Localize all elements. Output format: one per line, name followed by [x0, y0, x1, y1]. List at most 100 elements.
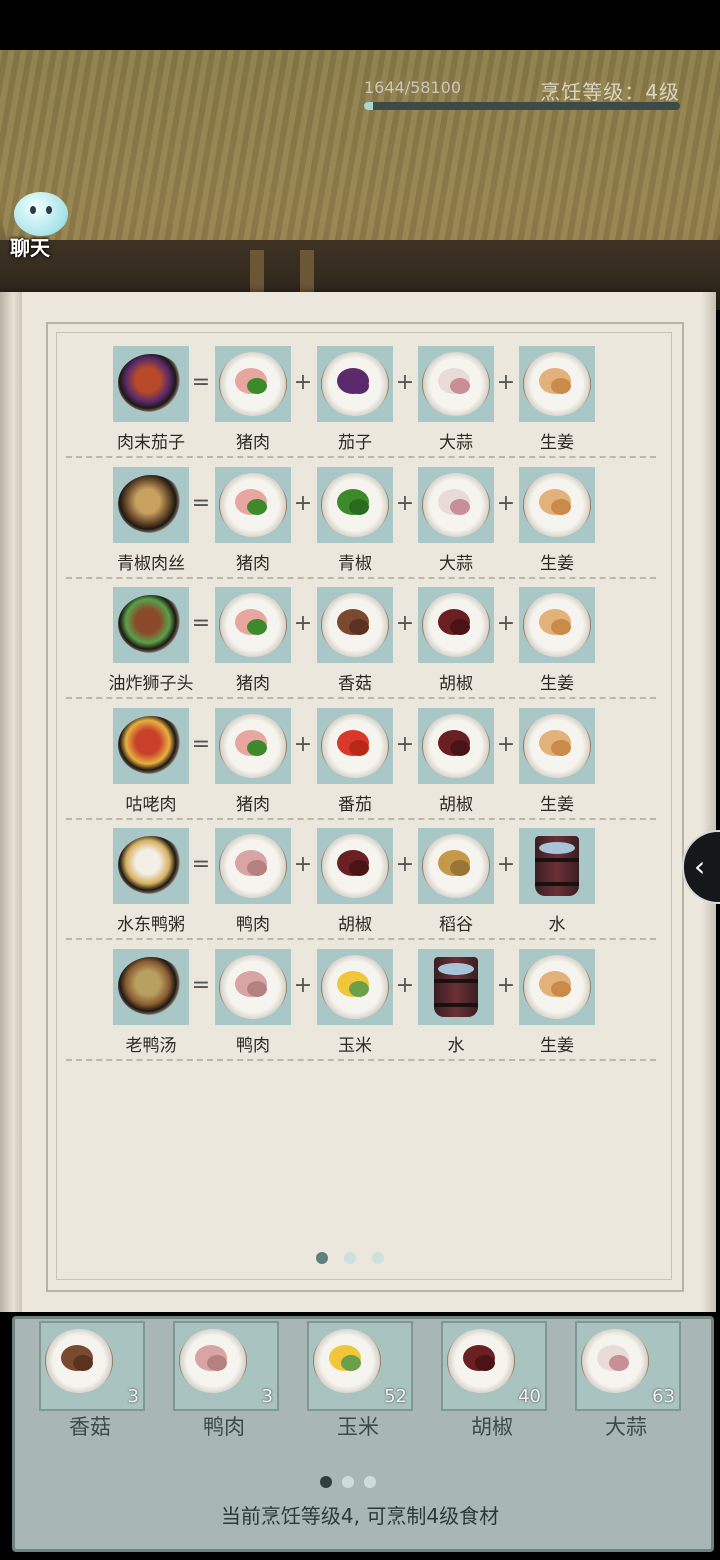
ingredient-plate-icon [422, 352, 490, 416]
recipe-ingredient-icon[interactable] [317, 948, 393, 1025]
ingredient-plate-icon [523, 593, 591, 657]
recipe-ingredient-name: 生姜 [540, 794, 574, 815]
xp-progress-fill [364, 102, 373, 110]
page-dot[interactable] [316, 1252, 328, 1264]
ingredient-plate-icon [321, 593, 389, 657]
recipe-ingredient-icon[interactable] [418, 587, 494, 663]
xp-progress-text: 1644/58100 [364, 78, 462, 97]
recipe-dish-name: 油炸狮子头 [108, 674, 194, 694]
cooking-level-label: 烹饪等级：4级 [540, 80, 680, 104]
book-spine [0, 292, 22, 1312]
recipe-ingredient-name: 香菇 [338, 674, 372, 694]
dish-icon [118, 595, 184, 653]
dish-icon [118, 956, 184, 1015]
recipe-ingredient-icon[interactable] [317, 587, 393, 663]
recipe-dish-icon[interactable] [113, 466, 189, 543]
equals-sign: = [191, 370, 211, 395]
water-bucket-icon [535, 836, 579, 896]
inventory-slot[interactable]: 3 [39, 1321, 145, 1411]
ingredient-plate-icon [219, 472, 287, 537]
ingredient-plate-icon [219, 834, 287, 898]
inventory-page-dot[interactable] [364, 1476, 376, 1488]
equals-sign: = [191, 852, 211, 877]
recipe-ingredient-icon[interactable] [519, 948, 595, 1025]
inventory-slot[interactable]: 3 [173, 1321, 279, 1411]
recipe-dish-icon[interactable] [113, 346, 189, 422]
recipe-ingredient-icon[interactable] [215, 466, 291, 543]
recipe-ingredient-icon[interactable] [418, 466, 494, 543]
recipe-ingredient-name: 猪肉 [236, 674, 270, 694]
chat-button[interactable]: 聊天 [8, 188, 70, 260]
recipe-book: 肉末茄子 = 猪肉 + 茄子 + 大蒜 + 生姜 青椒肉丝 = 猪肉 + 青椒 + 大蒜 + 生姜 油炸狮子头 = 猪肉… [0, 292, 716, 1312]
plus-sign: + [293, 611, 313, 636]
plus-sign: + [293, 972, 313, 998]
inventory-count: 40 [518, 1386, 541, 1407]
inventory-label: 玉米 [337, 1415, 379, 1439]
recipe-ingredient-icon[interactable] [317, 707, 393, 784]
plus-sign: + [496, 731, 516, 757]
ingredient-plate-icon [321, 834, 389, 898]
recipe-ingredient-icon[interactable] [418, 707, 494, 784]
ingredient-plate-icon [422, 472, 490, 537]
recipe-dish-name: 水东鸭粥 [117, 915, 185, 935]
inventory-page-dot[interactable] [342, 1476, 354, 1488]
recipe-ingredient-icon[interactable] [215, 587, 291, 663]
inventory-label: 鸭肉 [203, 1415, 245, 1439]
recipe-row: 咕咾肉 = 猪肉 + 番茄 + 胡椒 + 生姜 [66, 698, 656, 820]
inventory-slot[interactable]: 40 [441, 1321, 547, 1411]
recipe-ingredient-name: 大蒜 [439, 433, 473, 453]
recipe-dish-icon[interactable] [113, 587, 189, 663]
recipe-ingredient-icon[interactable] [317, 828, 393, 904]
equals-sign: = [191, 611, 211, 636]
inventory-page-dot[interactable] [320, 1476, 332, 1488]
ingredient-plate-icon [581, 1329, 649, 1393]
book-page-edge [702, 292, 716, 1312]
page-dot[interactable] [372, 1252, 384, 1264]
recipe-dish-icon[interactable] [113, 828, 189, 904]
cooking-level-hint: 当前烹饪等级4, 可烹制4级食材 [220, 1504, 500, 1528]
ingredient-plate-icon [422, 713, 490, 778]
recipe-ingredient-icon[interactable] [418, 346, 494, 422]
recipe-dish-name: 肉末茄子 [117, 433, 185, 453]
plus-sign: + [395, 490, 415, 516]
recipe-ingredient-icon[interactable] [519, 707, 595, 784]
recipe-ingredient-name: 稻谷 [439, 915, 473, 935]
recipe-ingredient-icon[interactable] [519, 466, 595, 543]
ingredient-plate-icon [321, 352, 389, 416]
recipe-ingredient-name: 青椒 [338, 553, 372, 574]
ingredient-plate-icon [179, 1329, 247, 1393]
recipe-ingredient-name: 生姜 [540, 433, 574, 453]
equals-sign: = [191, 490, 211, 516]
inventory-slot[interactable]: 63 [575, 1321, 681, 1411]
recipe-ingredient-icon[interactable] [317, 346, 393, 422]
recipe-ingredient-name: 胡椒 [439, 794, 473, 815]
recipe-ingredient-icon[interactable] [519, 587, 595, 663]
inventory-count: 52 [384, 1386, 407, 1407]
plus-sign: + [395, 852, 415, 877]
recipe-ingredient-icon[interactable] [215, 707, 291, 784]
recipe-ingredient-icon[interactable] [317, 466, 393, 543]
recipe-ingredient-name: 生姜 [540, 674, 574, 694]
ingredient-plate-icon [523, 352, 591, 416]
recipe-dish-icon[interactable] [113, 707, 189, 784]
recipe-ingredient-icon[interactable] [418, 828, 494, 904]
recipe-ingredient-icon[interactable] [519, 346, 595, 422]
inventory-label: 香菇 [69, 1415, 111, 1439]
inventory-slot[interactable]: 52 [307, 1321, 413, 1411]
recipe-ingredient-icon[interactable] [215, 346, 291, 422]
recipe-ingredient-name: 鸭肉 [236, 1035, 270, 1056]
recipe-ingredient-name: 水 [548, 915, 566, 935]
recipe-ingredient-icon[interactable] [418, 948, 494, 1025]
ingredient-plate-icon [321, 472, 389, 537]
recipe-dish-name: 老鸭汤 [125, 1035, 177, 1056]
page-dot[interactable] [344, 1252, 356, 1264]
inventory-count: 3 [261, 1386, 273, 1407]
recipe-ingredient-icon[interactable] [215, 948, 291, 1025]
xp-progress-bar [364, 102, 680, 110]
dish-icon [118, 715, 184, 774]
recipe-ingredient-icon[interactable] [215, 828, 291, 904]
chevron-left-icon: ‹ [694, 850, 706, 883]
recipe-dish-icon[interactable] [113, 948, 189, 1025]
recipe-ingredient-icon[interactable] [519, 828, 595, 904]
recipe-ingredient-name: 玉米 [338, 1035, 372, 1056]
